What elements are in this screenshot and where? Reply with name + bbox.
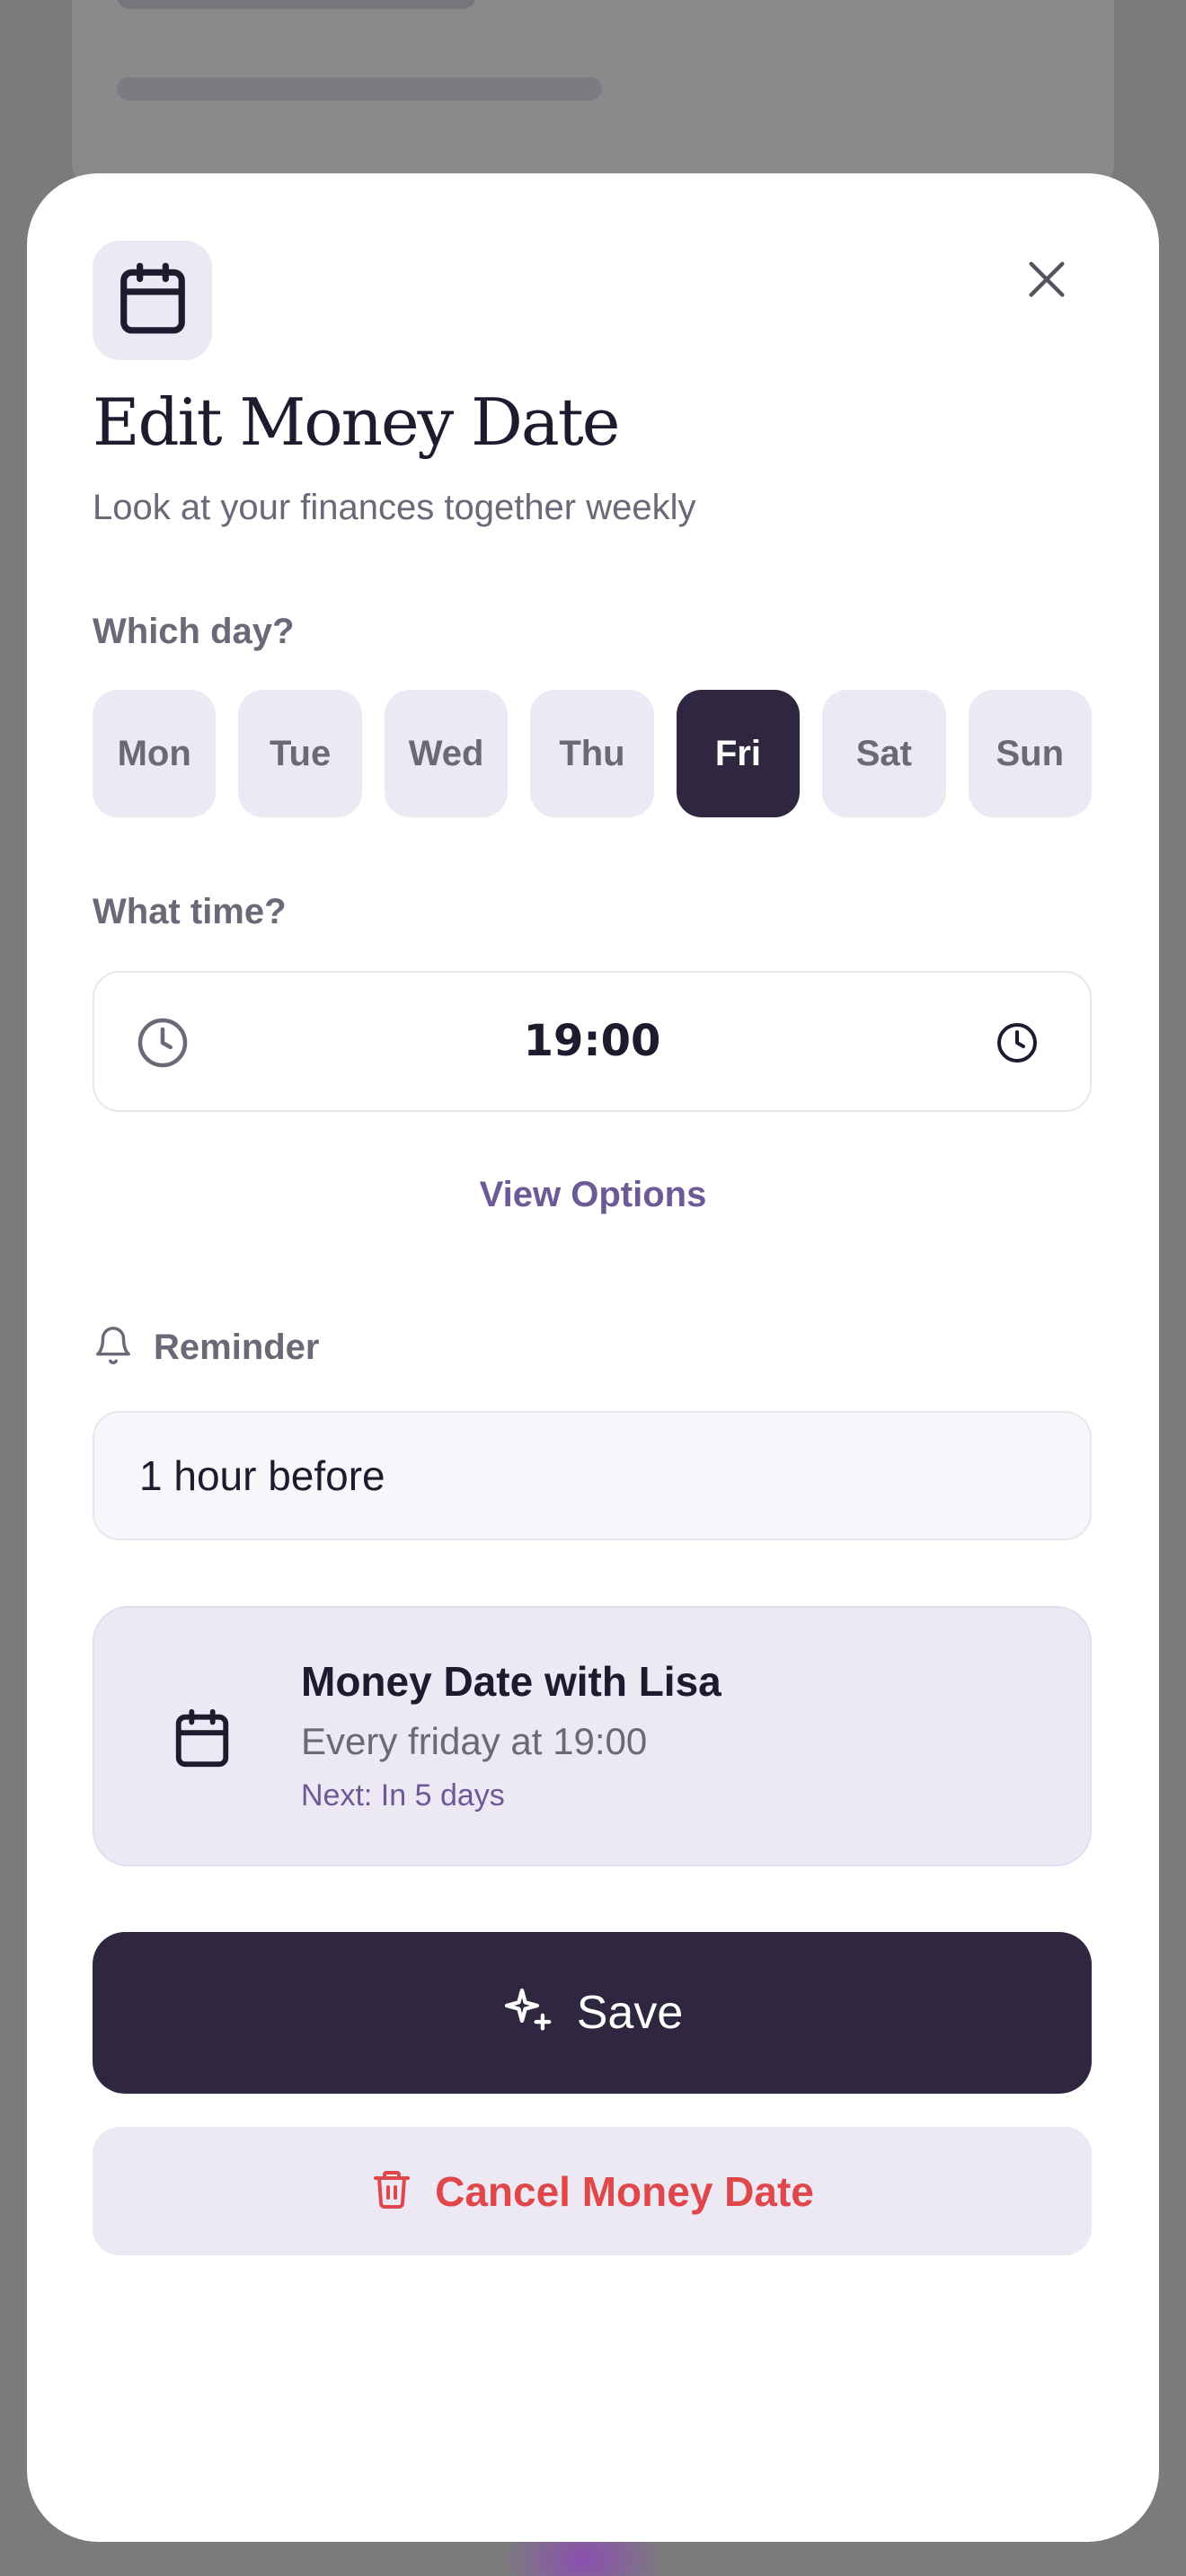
trash-icon [370, 2167, 413, 2215]
day-button-thu[interactable]: Thu [530, 690, 654, 817]
cancel-money-date-label: Cancel Money Date [435, 2167, 814, 2215]
modal-title: Edit Money Date [93, 384, 620, 460]
reminder-label: Reminder [154, 1328, 320, 1367]
calendar-icon [114, 260, 191, 341]
clock-icon[interactable] [996, 1021, 1039, 1064]
modal-subtitle: Look at your finances together weekly [93, 488, 696, 527]
day-button-wed[interactable]: Wed [384, 690, 509, 817]
summary-next-occurrence: Next: In 5 days [301, 1778, 505, 1813]
header-calendar-badge [93, 241, 212, 360]
day-button-tue[interactable]: Tue [238, 690, 362, 817]
reminder-select[interactable]: 1 hour before [93, 1411, 1092, 1540]
calendar-icon [171, 1707, 234, 1769]
time-value: 19:00 [523, 1016, 661, 1066]
money-date-summary-card: Money Date with Lisa Every friday at 19:… [93, 1606, 1092, 1866]
view-options-link[interactable]: View Options [27, 1175, 1159, 1215]
summary-schedule: Every friday at 19:00 [301, 1720, 648, 1762]
reminder-label-row: Reminder [93, 1325, 320, 1371]
sparkles-icon [501, 1985, 553, 2042]
close-button[interactable] [1015, 250, 1078, 313]
day-button-fri[interactable]: Fri [676, 690, 801, 817]
time-input[interactable]: 19:00 [93, 971, 1092, 1112]
day-picker: Mon Tue Wed Thu Fri Sat Sun [93, 690, 1092, 817]
save-button-label: Save [576, 1987, 684, 2039]
day-button-mon[interactable]: Mon [93, 690, 217, 817]
background-text-line [117, 77, 602, 101]
save-button[interactable]: Save [93, 1932, 1092, 2094]
close-icon [1023, 256, 1070, 307]
day-picker-label: Which day? [93, 612, 295, 651]
edit-money-date-sheet: Edit Money Date Look at your finances to… [27, 173, 1159, 2542]
day-button-sat[interactable]: Sat [822, 690, 946, 817]
day-button-sun[interactable]: Sun [968, 690, 1092, 817]
cancel-money-date-button[interactable]: Cancel Money Date [93, 2127, 1092, 2255]
summary-title: Money Date with Lisa [301, 1658, 721, 1705]
background-text-line [117, 0, 476, 9]
time-picker-label: What time? [93, 892, 287, 931]
bell-icon [93, 1325, 134, 1371]
